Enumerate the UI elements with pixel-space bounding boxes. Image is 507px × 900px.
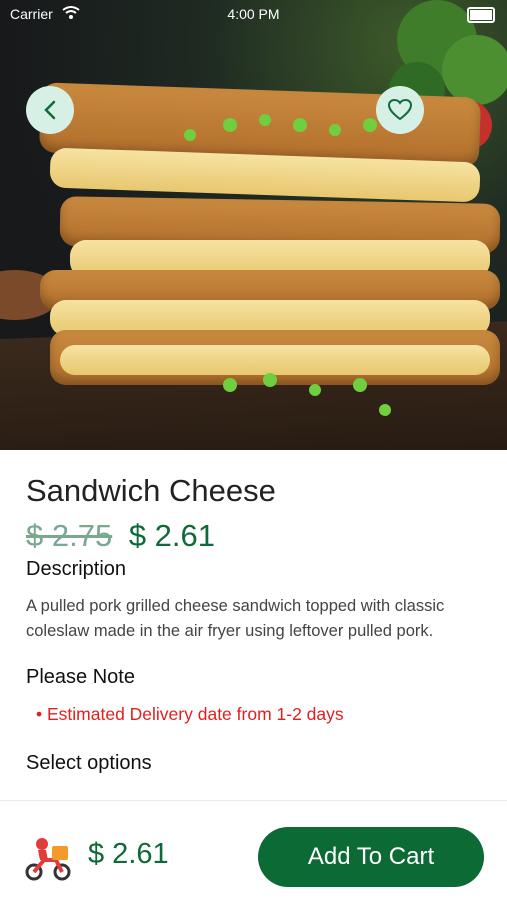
chevron-left-icon — [44, 100, 56, 120]
delivery-note: • Estimated Delivery date from 1-2 days — [36, 704, 344, 724]
battery-icon — [467, 7, 495, 23]
note-heading: Please Note — [26, 666, 135, 688]
options-heading: Select options — [26, 752, 152, 774]
chives-decoration — [223, 373, 391, 416]
footer-divider — [0, 800, 507, 801]
current-price: $ 2.61 — [128, 518, 216, 553]
status-bar: Carrier 4:00 PM — [0, 0, 507, 28]
product-image — [0, 0, 507, 450]
favorite-button[interactable] — [376, 86, 424, 134]
delivery-scooter-icon — [25, 838, 71, 881]
back-button[interactable] — [26, 86, 74, 134]
add-to-cart-button[interactable]: Add To Cart — [258, 827, 484, 887]
product-title: Sandwich Cheese — [26, 473, 276, 508]
status-time: 4:00 PM — [227, 6, 280, 22]
heart-icon — [387, 98, 413, 121]
description-text: A pulled pork grilled cheese sandwich to… — [26, 597, 445, 640]
description-heading: Description — [26, 558, 127, 580]
footer-total-price: $ 2.61 — [88, 838, 169, 870]
old-price: $ 2.75 — [26, 518, 113, 553]
price-row: $ 2.75 $ 2.61 — [26, 518, 215, 554]
